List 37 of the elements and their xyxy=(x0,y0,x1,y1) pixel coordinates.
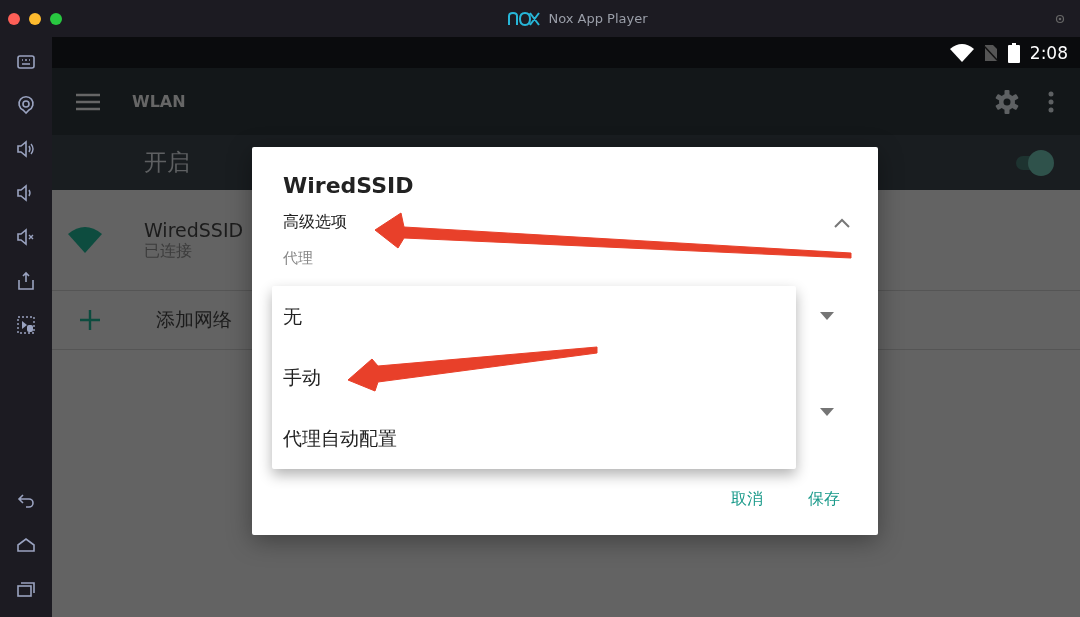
home-icon[interactable] xyxy=(16,535,36,555)
network-name: WiredSSID xyxy=(144,218,244,241)
back-icon[interactable] xyxy=(16,491,36,511)
menu-option[interactable]: 代理自动配置 xyxy=(272,408,796,469)
switch-label: 开启 xyxy=(144,148,190,177)
settings-icon[interactable] xyxy=(994,88,1020,115)
advanced-options-toggle[interactable]: 高级选项 xyxy=(283,212,878,233)
battery-icon xyxy=(1007,42,1020,63)
maximize-button[interactable] xyxy=(50,12,62,25)
dialog-title: WiredSSID xyxy=(283,173,415,198)
screen-title: WLAN xyxy=(132,92,187,111)
mute-icon[interactable] xyxy=(16,227,36,247)
wifi-icon xyxy=(949,43,974,62)
dialog-button[interactable]: 保存 xyxy=(808,489,840,510)
menu-option[interactable]: 无 xyxy=(272,286,796,347)
dropdown-arrow-icon[interactable] xyxy=(820,408,834,416)
add-network-label: 添加网络 xyxy=(156,307,232,332)
close-button[interactable] xyxy=(8,12,20,25)
dialog-button[interactable]: 取消 xyxy=(731,489,763,510)
status-time: 2:08 xyxy=(1029,42,1068,63)
macro-record-icon[interactable] xyxy=(16,315,36,335)
menu-icon[interactable] xyxy=(76,92,100,111)
logo-icon xyxy=(508,11,541,26)
window-title: Nox App Player xyxy=(548,11,648,26)
no-sim-icon xyxy=(983,43,998,62)
volume-up-icon[interactable] xyxy=(16,139,36,159)
proxy-label: 代理 xyxy=(283,249,314,268)
wifi-signal-icon xyxy=(68,227,102,253)
menu-option[interactable]: 手动 xyxy=(272,347,796,408)
minimize-button[interactable] xyxy=(29,12,41,25)
settings-icon[interactable] xyxy=(1054,12,1066,25)
location-icon[interactable] xyxy=(16,95,36,115)
more-options-icon[interactable] xyxy=(1048,90,1054,113)
apk-install-icon[interactable] xyxy=(16,271,36,291)
plus-icon xyxy=(80,310,100,330)
recent-apps-icon[interactable] xyxy=(16,579,36,599)
dropdown-arrow-icon[interactable] xyxy=(820,312,834,320)
